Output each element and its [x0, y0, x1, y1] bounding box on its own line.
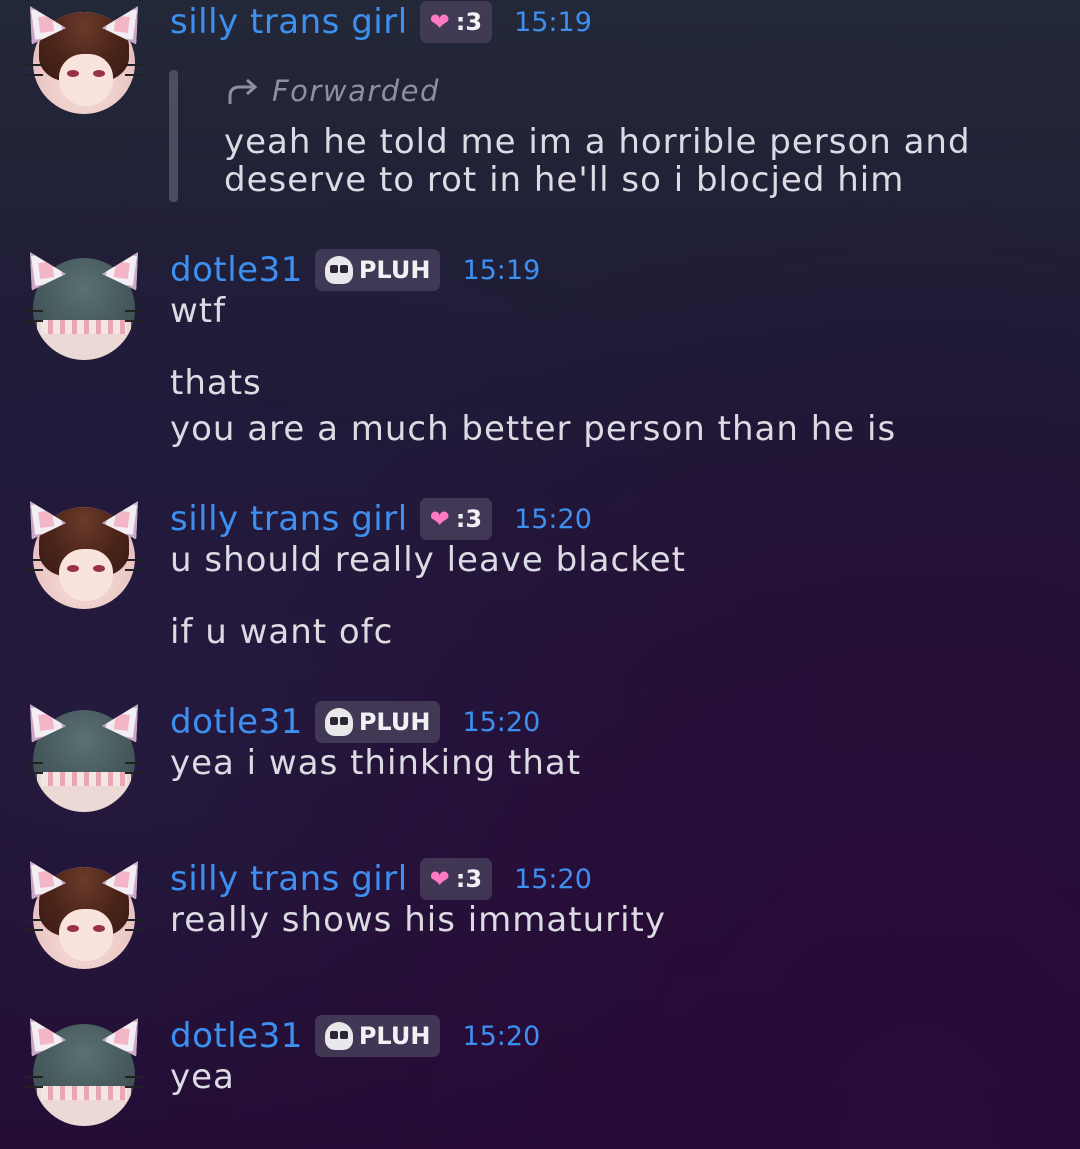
- badge-label: :3: [455, 8, 483, 36]
- username[interactable]: dotle31: [170, 250, 303, 290]
- avatar[interactable]: [25, 859, 143, 977]
- forwarded-text: Forwarded: [272, 74, 440, 108]
- avatar[interactable]: [25, 250, 143, 368]
- role-badge[interactable]: PLUH: [314, 701, 441, 743]
- message-line: u should really leave blacket: [170, 540, 686, 580]
- skull-icon: [324, 708, 353, 736]
- heart-icon: ❤: [429, 8, 450, 36]
- skull-icon: [324, 256, 353, 284]
- timestamp: 15:20: [514, 863, 592, 895]
- forwarded-label: Forwarded: [226, 74, 440, 108]
- forwarded-message-line: yeah he told me im a horrible person and: [224, 122, 971, 162]
- message-line: wtf: [170, 291, 227, 331]
- message-line: you are a much better person than he is: [170, 409, 897, 449]
- role-badge[interactable]: ❤:3: [419, 498, 493, 540]
- timestamp: 15:20: [462, 1020, 541, 1052]
- heart-icon: ❤: [429, 865, 450, 893]
- message-line: if u want ofc: [170, 612, 394, 652]
- badge-label: :3: [455, 865, 483, 893]
- username[interactable]: silly trans girl: [170, 499, 408, 539]
- timestamp: 15:19: [462, 254, 541, 286]
- role-badge[interactable]: ❤:3: [419, 858, 493, 900]
- username[interactable]: dotle31: [170, 702, 303, 742]
- avatar[interactable]: [25, 4, 143, 122]
- badge-label: PLUH: [358, 708, 431, 736]
- forward-arrow-icon: [228, 78, 258, 104]
- message-line: yea i was thinking that: [170, 743, 582, 783]
- badge-label: PLUH: [358, 1022, 431, 1050]
- message-line: thats: [170, 363, 262, 403]
- username[interactable]: dotle31: [170, 1016, 303, 1056]
- skull-icon: [324, 1022, 353, 1050]
- role-badge[interactable]: PLUH: [314, 249, 441, 291]
- timestamp: 15:20: [514, 503, 592, 535]
- username[interactable]: silly trans girl: [170, 2, 408, 42]
- avatar[interactable]: [25, 702, 143, 820]
- message-line: really shows his immaturity: [170, 900, 666, 940]
- timestamp: 15:19: [514, 6, 592, 38]
- message-line: yea: [170, 1057, 235, 1097]
- timestamp: 15:20: [462, 706, 541, 738]
- role-badge[interactable]: ❤:3: [419, 1, 493, 43]
- avatar[interactable]: [25, 1016, 143, 1134]
- badge-label: :3: [455, 505, 483, 533]
- role-badge[interactable]: PLUH: [314, 1015, 441, 1057]
- badge-label: PLUH: [358, 256, 431, 284]
- forward-bar: [169, 70, 178, 202]
- username[interactable]: silly trans girl: [170, 859, 408, 899]
- forwarded-message-line: deserve to rot in he'll so i blocjed him: [224, 160, 905, 200]
- heart-icon: ❤: [429, 505, 450, 533]
- avatar[interactable]: [25, 499, 143, 617]
